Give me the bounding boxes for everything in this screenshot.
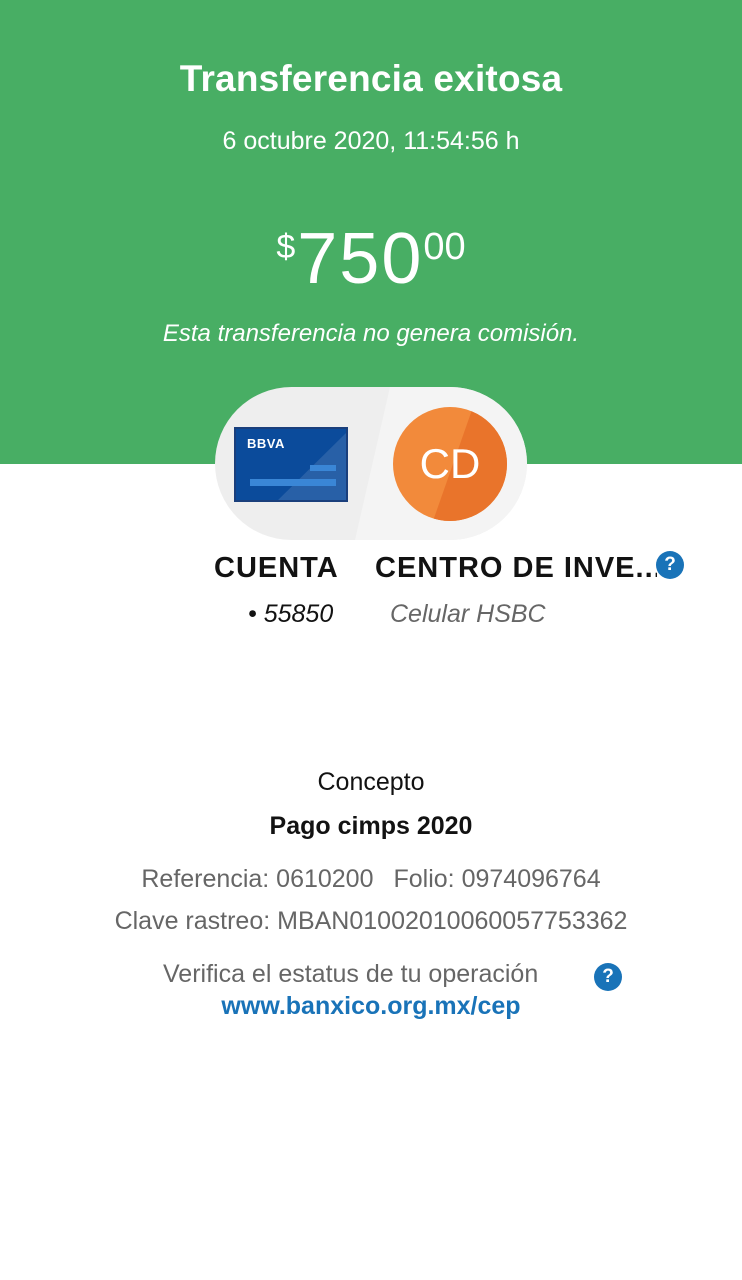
card-logo: BBVA xyxy=(247,436,285,451)
folio: Folio: 0974096764 xyxy=(393,865,601,893)
reference: Referencia: 0610200 xyxy=(141,865,374,893)
page-title: Transferencia exitosa xyxy=(179,58,563,99)
destination-avatar: CD xyxy=(393,407,507,521)
source-account-number: • 55850 xyxy=(248,600,334,628)
concept-value: Pago cimps 2020 xyxy=(269,812,473,840)
transfer-datetime: 6 octubre 2020, 11:54:56 h xyxy=(222,127,520,155)
fee-note: Esta transferencia no genera comisión. xyxy=(162,320,580,347)
destination-name: CENTRO DE INVE... xyxy=(375,552,657,584)
help-icon[interactable]: ? xyxy=(656,551,684,579)
transfer-parties-badge: BBVA CD xyxy=(215,387,527,540)
destination-type: Celular HSBC xyxy=(390,600,546,628)
source-account-label: CUENTA xyxy=(214,552,339,584)
amount-currency: $ xyxy=(276,228,296,266)
transfer-amount: $75000 xyxy=(0,218,742,300)
amount-integer: 750 xyxy=(297,219,424,299)
banxico-cep-link[interactable]: www.banxico.org.mx/cep xyxy=(0,992,742,1021)
amount-decimals: 00 xyxy=(423,226,466,268)
trace-key: Clave rastreo: MBAN01002010060057753362 xyxy=(114,907,628,935)
verify-status-text: Verifica el estatus de tu operación xyxy=(163,960,539,988)
reference-folio-line: Referencia: 0610200 Folio: 0974096764 xyxy=(0,865,742,894)
bbva-card-icon: BBVA xyxy=(234,427,348,502)
concept-label: Concepto xyxy=(317,768,425,796)
help-icon[interactable]: ? xyxy=(594,963,622,991)
avatar-initials: CD xyxy=(419,440,481,487)
